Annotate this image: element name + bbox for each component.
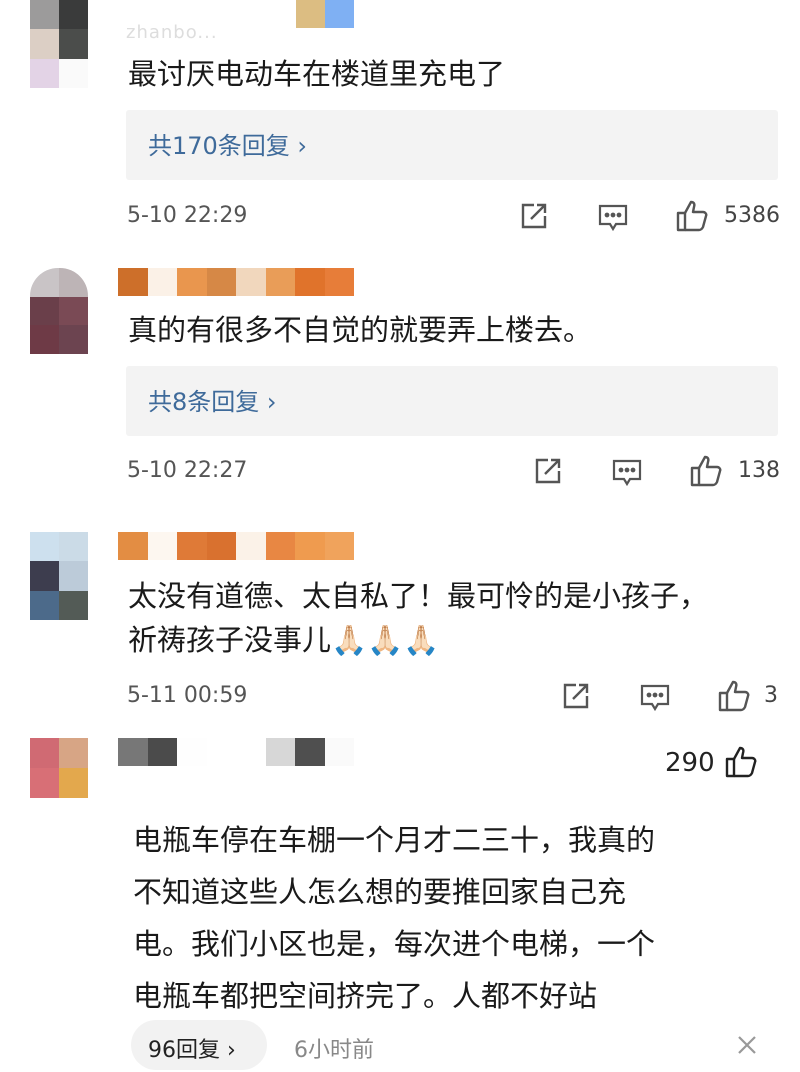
avatar[interactable] bbox=[30, 532, 88, 620]
thumbs-up-icon[interactable] bbox=[724, 745, 760, 779]
like-count: 290 bbox=[665, 748, 715, 778]
replies-label[interactable]: 96回复 › bbox=[148, 1032, 236, 1064]
username-redacted[interactable] bbox=[118, 738, 354, 766]
comment-icon[interactable] bbox=[639, 681, 671, 713]
replies-expander[interactable]: 共8条回复 › bbox=[126, 366, 778, 436]
time-ago: 6小时前 bbox=[294, 1038, 374, 1063]
replies-label[interactable]: 共8条回复 › bbox=[148, 382, 277, 417]
like-count: 3 bbox=[764, 683, 778, 708]
avatar[interactable] bbox=[30, 0, 88, 88]
replies-button[interactable]: 96回复 › bbox=[131, 1020, 267, 1070]
like-count: 5386 bbox=[724, 203, 780, 228]
avatar[interactable] bbox=[30, 738, 88, 798]
comment-text-line-4: 电瓶车都把空间挤完了。人都不好站 bbox=[133, 979, 598, 1013]
close-icon[interactable] bbox=[736, 1034, 758, 1056]
thumbs-up-icon[interactable] bbox=[689, 454, 725, 488]
share-icon[interactable] bbox=[518, 200, 550, 232]
avatar[interactable] bbox=[30, 268, 88, 354]
comment-text-line-3: 电。我们小区也是，每次进个电梯，一个 bbox=[133, 927, 656, 961]
like-count: 138 bbox=[738, 458, 780, 483]
share-icon[interactable] bbox=[560, 680, 592, 712]
comment-text: 真的有很多不自觉的就要弄上楼去。 bbox=[128, 313, 593, 347]
comment-text: 最讨厌电动车在楼道里充电了 bbox=[128, 57, 506, 91]
thumbs-up-icon[interactable] bbox=[675, 199, 711, 233]
username-redacted[interactable] bbox=[118, 532, 354, 560]
thumbs-up-icon[interactable] bbox=[717, 679, 753, 713]
comment-text-line-2: 祈祷孩子没事儿🙏🏻🙏🏻🙏🏻 bbox=[128, 623, 440, 657]
replies-expander[interactable]: 共170条回复 › bbox=[126, 110, 778, 180]
share-icon[interactable] bbox=[532, 455, 564, 487]
user-badge-redacted bbox=[296, 0, 354, 28]
timestamp: 5-10 22:27 bbox=[127, 458, 248, 483]
comment-text-line-1: 电瓶车停在车棚一个月才二三十，我真的 bbox=[133, 823, 656, 857]
username-redacted[interactable] bbox=[118, 268, 354, 296]
username[interactable]: zhanbo... bbox=[126, 22, 218, 43]
comment-icon[interactable] bbox=[611, 456, 643, 488]
timestamp: 5-11 00:59 bbox=[127, 683, 248, 708]
comment-text-line-1: 太没有道德、太自私了！最可怜的是小孩子， bbox=[128, 579, 709, 613]
comment-text-line-2: 不知道这些人怎么想的要推回家自己充 bbox=[133, 875, 627, 909]
replies-label[interactable]: 共170条回复 › bbox=[148, 126, 307, 161]
timestamp: 5-10 22:29 bbox=[127, 203, 248, 228]
comment-icon[interactable] bbox=[597, 201, 629, 233]
